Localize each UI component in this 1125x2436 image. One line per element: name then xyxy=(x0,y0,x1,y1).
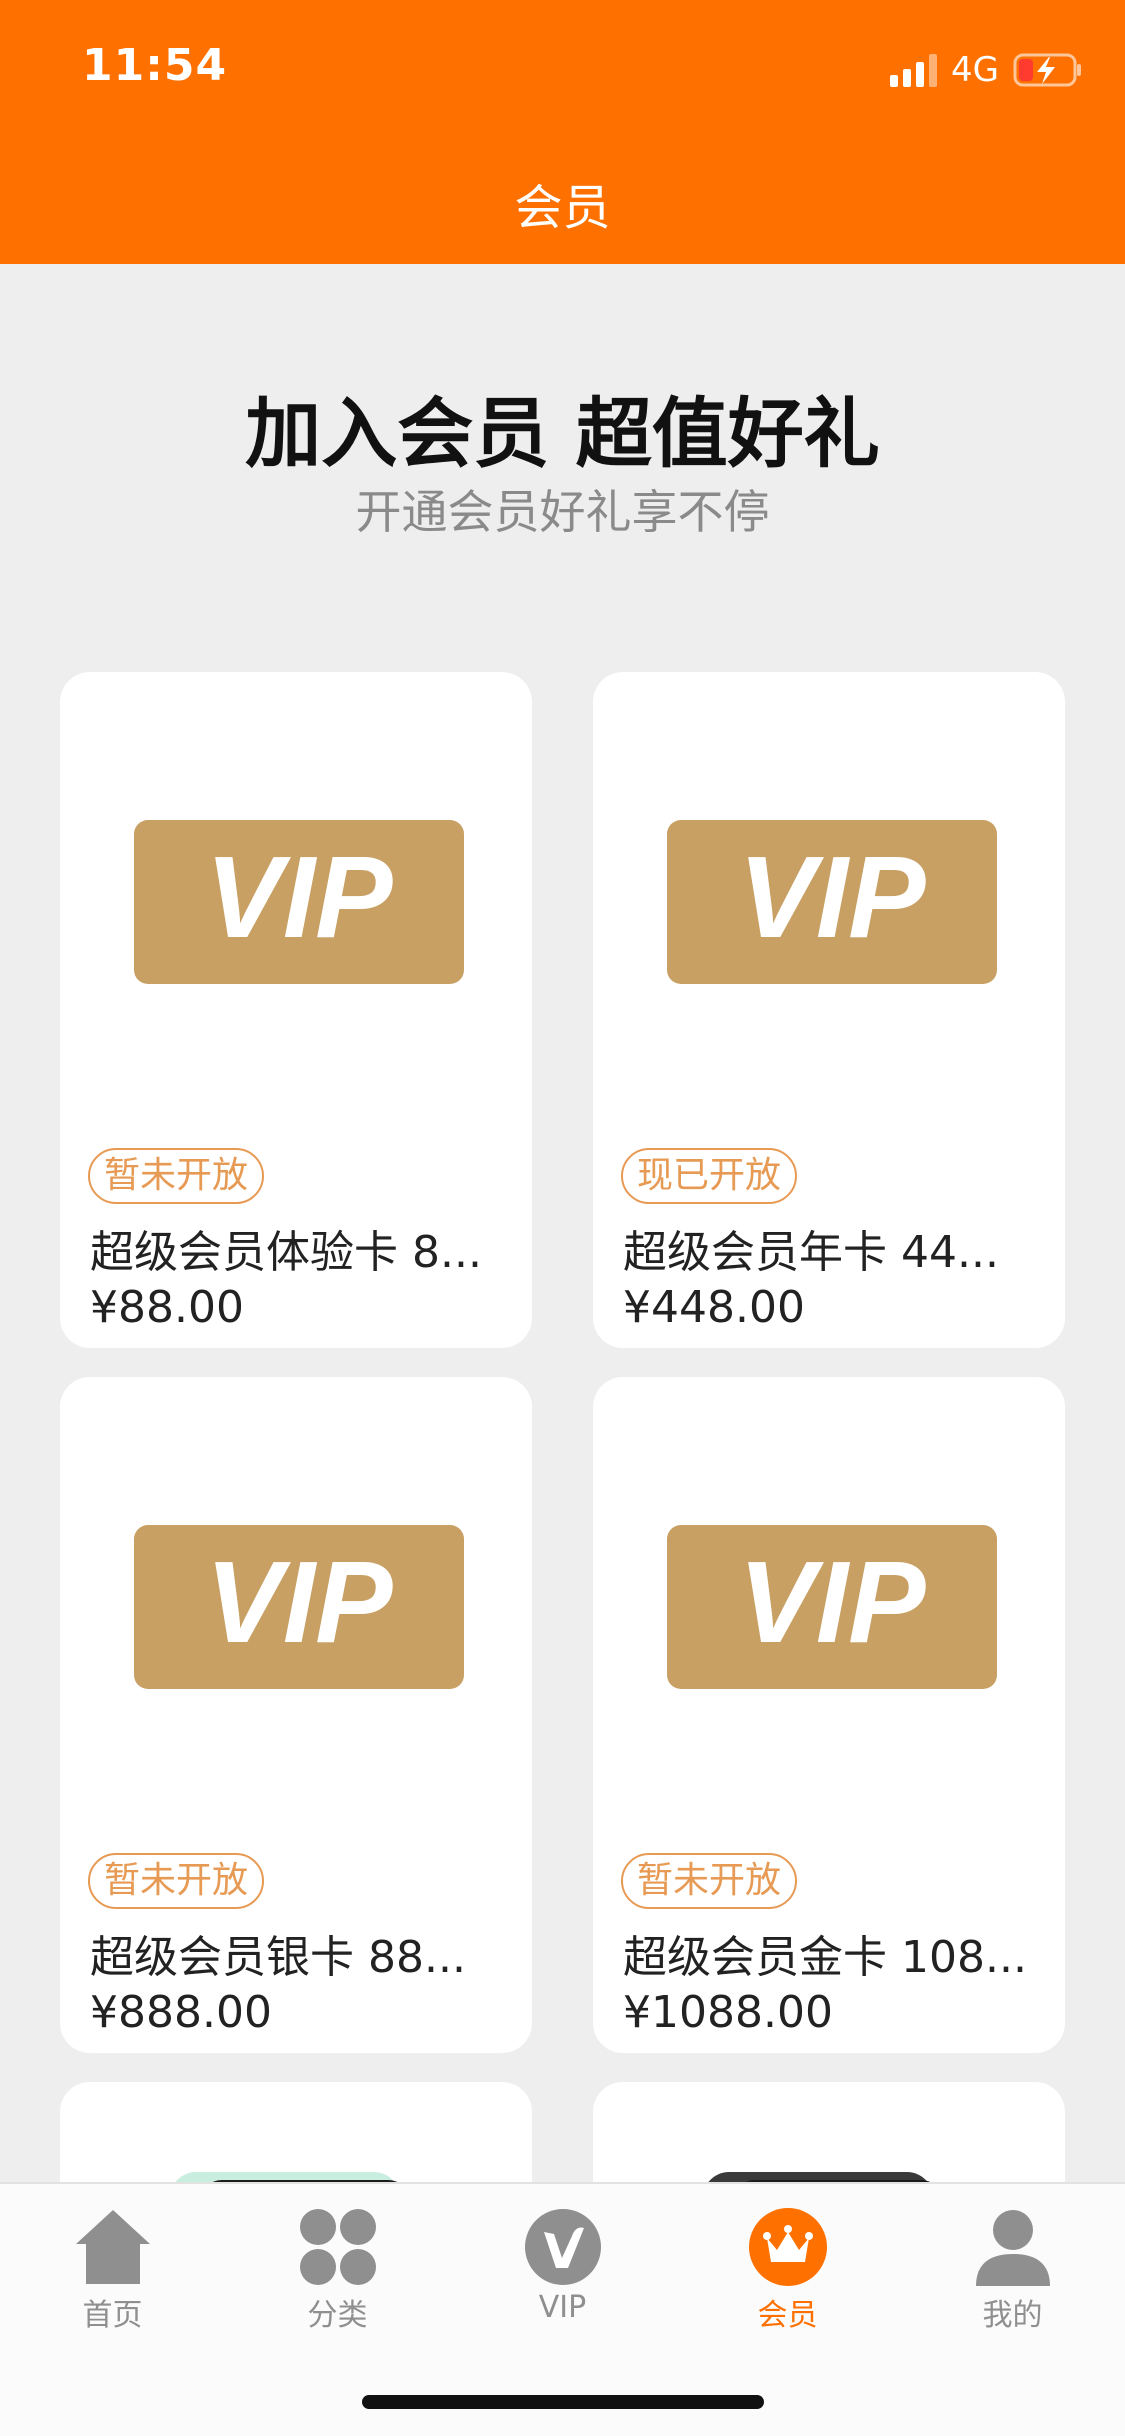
tab-category[interactable]: 分类 xyxy=(225,2184,450,2334)
network-type: 4G xyxy=(951,50,999,90)
product-card[interactable]: VIP 暂未开放 超级会员银卡 88... ¥888.00 xyxy=(60,1377,532,2053)
product-name: 超级会员金卡 108... xyxy=(623,1932,1027,1983)
product-name: 超级会员银卡 88... xyxy=(90,1932,466,1983)
product-price: ¥1088.00 xyxy=(623,1987,833,2038)
svg-text:VIP: VIP xyxy=(739,1537,927,1667)
category-icon xyxy=(300,2209,376,2285)
battery-charging-icon xyxy=(1013,53,1081,87)
tab-home[interactable]: 首页 xyxy=(0,2184,225,2334)
home-indicator xyxy=(362,2395,764,2409)
tab-label: VIP xyxy=(538,2290,587,2325)
product-price: ¥448.00 xyxy=(623,1282,805,1333)
tab-member[interactable]: 会员 xyxy=(675,2184,900,2334)
vip-card-image: VIP xyxy=(134,1525,464,1689)
tab-label: 首页 xyxy=(82,2298,143,2333)
svg-text:VIP: VIP xyxy=(206,832,394,962)
product-card[interactable]: VIP 暂未开放 超级会员金卡 108... ¥1088.00 xyxy=(593,1377,1065,2053)
product-name: 超级会员体验卡 8... xyxy=(90,1227,482,1278)
vip-card-image: VIP xyxy=(134,820,464,984)
crown-icon xyxy=(749,2208,827,2286)
page-title: 会员 xyxy=(514,180,611,236)
tab-label: 我的 xyxy=(982,2298,1043,2333)
svg-text:VIP: VIP xyxy=(206,1537,394,1667)
product-card[interactable]: VIP 现已开放 超级会员年卡 44... ¥448.00 xyxy=(593,672,1065,1348)
tab-vip[interactable]: VIP xyxy=(450,2184,675,2334)
header: 11:54 4G 会员 xyxy=(0,0,1125,264)
product-name: 超级会员年卡 44... xyxy=(623,1227,999,1278)
product-price: ¥888.00 xyxy=(90,1987,272,2038)
home-icon xyxy=(76,2210,150,2284)
vip-icon xyxy=(525,2209,601,2285)
hero-title: 加入会员 超值好礼 xyxy=(245,389,880,478)
hero-subtitle: 开通会员好礼享不停 xyxy=(355,485,770,539)
svg-text:VIP: VIP xyxy=(739,832,927,962)
product-card[interactable]: VIP 暂未开放 超级会员体验卡 8... ¥88.00 xyxy=(60,672,532,1348)
status-badge: 现已开放 xyxy=(621,1148,798,1204)
user-icon xyxy=(976,2210,1050,2286)
status-time: 11:54 xyxy=(82,40,228,91)
tab-label: 分类 xyxy=(307,2298,368,2333)
status-badge: 暂未开放 xyxy=(88,1853,265,1909)
product-price: ¥88.00 xyxy=(90,1282,244,1333)
tab-profile[interactable]: 我的 xyxy=(900,2184,1125,2334)
vip-card-image: VIP xyxy=(667,1525,997,1689)
vip-card-image: VIP xyxy=(667,820,997,984)
signal-icon xyxy=(890,53,938,87)
tab-label: 会员 xyxy=(757,2298,818,2333)
status-badge: 暂未开放 xyxy=(88,1148,265,1204)
status-badge: 暂未开放 xyxy=(621,1853,798,1909)
status-indicators: 4G xyxy=(890,48,1083,92)
